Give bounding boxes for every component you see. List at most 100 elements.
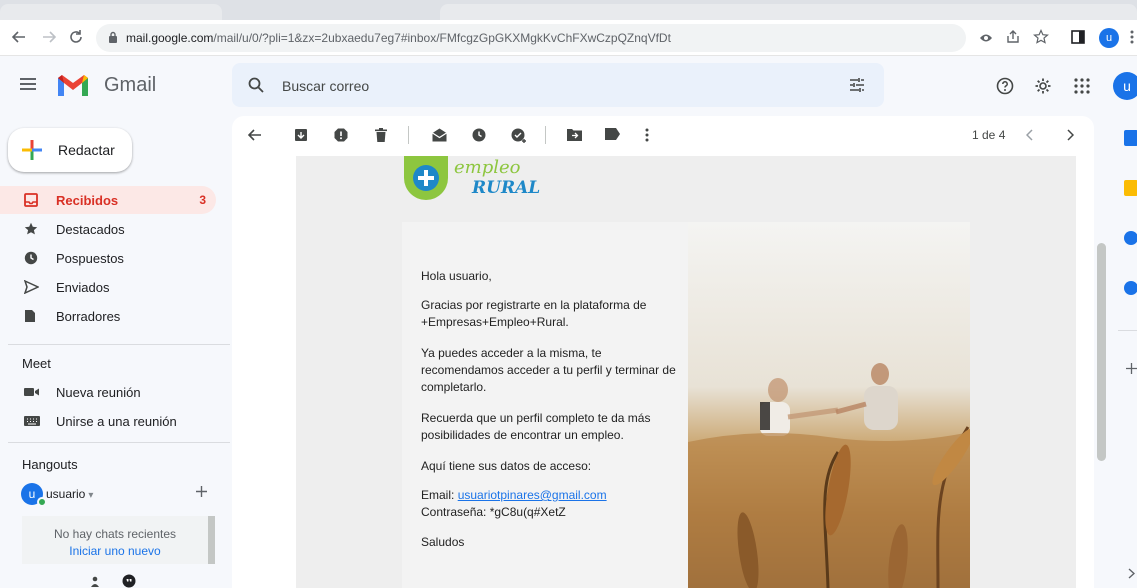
add-to-tasks-icon[interactable]	[511, 128, 527, 143]
message-toolbar	[232, 116, 1094, 156]
bookmark-star-icon[interactable]	[1033, 29, 1049, 45]
video-camera-icon	[24, 385, 40, 399]
password-line: Contraseña: *gC8u(q#XetZ	[421, 505, 566, 519]
back-to-inbox-icon[interactable]	[248, 128, 262, 142]
meet-new-meeting-label: Nueva reunión	[56, 385, 141, 400]
email-label: Email:	[421, 488, 458, 502]
share-icon[interactable]	[1006, 30, 1020, 44]
url-path: /mail/u/0/?pli=1&zx=2ubxaedu7eg7#inbox/F…	[213, 31, 671, 45]
contacts-person-icon[interactable]	[90, 576, 100, 588]
snooze-clock-icon[interactable]	[472, 128, 486, 142]
hangouts-user-name-text: usuario	[46, 487, 86, 501]
url-text[interactable]: mail.google.com/mail/u/0/?pli=1&zx=2ubxa…	[126, 31, 671, 45]
side-panel-divider	[1118, 330, 1137, 331]
meet-new-meeting[interactable]: Nueva reunión	[0, 378, 216, 406]
star-icon	[24, 222, 38, 236]
sidebar-item-label: Pospuestos	[56, 251, 124, 266]
search-icon[interactable]	[248, 77, 264, 93]
settings-gear-icon[interactable]	[1034, 77, 1052, 95]
reload-icon[interactable]	[68, 29, 84, 45]
lock-icon[interactable]	[108, 31, 118, 44]
browser-tab[interactable]	[440, 4, 1137, 20]
older-chevron-right-icon[interactable]	[1066, 129, 1074, 141]
toolbar-separator	[545, 126, 546, 144]
toolbar-separator	[408, 126, 409, 144]
sidebar-item-sent[interactable]: Enviados	[0, 273, 216, 301]
search-input[interactable]	[282, 77, 802, 95]
clock-icon	[24, 251, 38, 265]
unread-count-badge: 3	[199, 193, 206, 207]
label-tag-icon[interactable]	[605, 128, 620, 140]
get-addons-plus-icon[interactable]	[1126, 363, 1137, 374]
sidebar-divider	[8, 442, 230, 443]
main-menu-icon[interactable]	[20, 78, 36, 90]
expand-panel-chevron-icon[interactable]	[1128, 568, 1135, 579]
help-icon[interactable]	[996, 77, 1014, 95]
email-greeting: Hola usuario,	[421, 269, 492, 283]
inbox-icon	[24, 193, 38, 207]
compose-plus-icon	[22, 140, 42, 160]
url-host: mail.google.com	[126, 31, 214, 45]
new-chat-plus-icon[interactable]	[195, 485, 208, 498]
delete-trash-icon[interactable]	[375, 128, 387, 142]
apps-grid-icon[interactable]	[1074, 78, 1090, 94]
archive-icon[interactable]	[294, 128, 308, 142]
move-to-folder-icon[interactable]	[567, 128, 582, 141]
sidebar-divider	[8, 344, 230, 345]
more-options-icon[interactable]	[645, 128, 649, 142]
gmail-logo-icon[interactable]	[56, 72, 90, 98]
newer-chevron-left-icon[interactable]	[1026, 129, 1034, 141]
calendar-icon[interactable]	[1124, 130, 1137, 146]
mark-unread-icon[interactable]	[432, 128, 447, 142]
eye-icon[interactable]	[979, 31, 993, 45]
sidebar-item-starred[interactable]: Destacados	[0, 215, 216, 243]
send-icon	[24, 280, 39, 294]
browser-tab[interactable]	[0, 4, 222, 20]
gmail-wordmark[interactable]: Gmail	[104, 74, 156, 97]
sidebar-item-label: Enviados	[56, 280, 110, 295]
back-icon[interactable]	[12, 30, 26, 44]
compose-label: Redactar	[58, 142, 115, 158]
email-address-link[interactable]: usuariotpinares@gmail.com	[458, 488, 607, 502]
chevron-down-icon: ▾	[88, 490, 94, 501]
browser-menu-icon[interactable]	[1130, 30, 1134, 44]
sidebar-item-label: Destacados	[56, 222, 125, 237]
sidebar-item-drafts[interactable]: Borradores	[0, 302, 216, 330]
no-chats-text: No hay chats recientes	[53, 527, 177, 541]
wheat-field-photo	[688, 222, 970, 588]
meet-join-meeting-label: Unirse a una reunión	[56, 414, 177, 429]
email-credentials: Email: usuariotpinares@gmail.com Contras…	[421, 487, 679, 521]
empleo-rural-logo-icon	[404, 156, 448, 200]
logo-text-rural: RURAL	[472, 178, 541, 198]
sidebar-item-label: Borradores	[56, 309, 121, 324]
email-closing: Saludos	[421, 535, 465, 549]
message-scrollbar-thumb[interactable]	[1097, 243, 1106, 461]
logo-text-empleo: empleo	[454, 157, 521, 178]
email-paragraph: Aquí tiene sus datos de acceso:	[421, 459, 592, 473]
sidepanel-icon[interactable]	[1071, 30, 1085, 44]
pagination-text: 1 de 4	[972, 128, 1006, 142]
browser-profile-avatar[interactable]: u	[1099, 28, 1119, 48]
email-paragraph: Recuerda que un perfil completo te da má…	[421, 411, 651, 442]
report-spam-icon[interactable]	[334, 128, 348, 142]
hangouts-scrollbar[interactable]	[208, 516, 215, 564]
meet-section-title: Meet	[22, 356, 51, 371]
contacts-icon[interactable]	[1124, 281, 1137, 295]
sidebar-item-label: Recibidos	[56, 193, 119, 208]
email-paragraph: Ya puedes acceder a la misma, te recomen…	[421, 346, 676, 394]
sidebar-item-snoozed[interactable]: Pospuestos	[0, 244, 216, 272]
meet-join-meeting[interactable]: Unirse a una reunión	[0, 407, 216, 435]
account-avatar[interactable]: u	[1113, 72, 1137, 100]
search-options-icon[interactable]	[849, 77, 865, 93]
sidebar-item-inbox[interactable]: Recibidos 3	[0, 186, 216, 214]
forward-icon[interactable]	[42, 30, 56, 44]
draft-icon	[24, 309, 36, 323]
keep-icon[interactable]	[1124, 180, 1137, 196]
start-new-chat-link[interactable]: Iniciar uno nuevo	[22, 544, 208, 558]
keyboard-icon	[24, 414, 40, 428]
hangouts-user-name[interactable]: usuario ▾	[46, 487, 93, 501]
browser-tab-strip	[0, 0, 1137, 20]
tasks-icon[interactable]	[1124, 231, 1137, 245]
hangouts-chat-icon[interactable]	[122, 574, 136, 588]
hangouts-section-title: Hangouts	[22, 457, 78, 472]
